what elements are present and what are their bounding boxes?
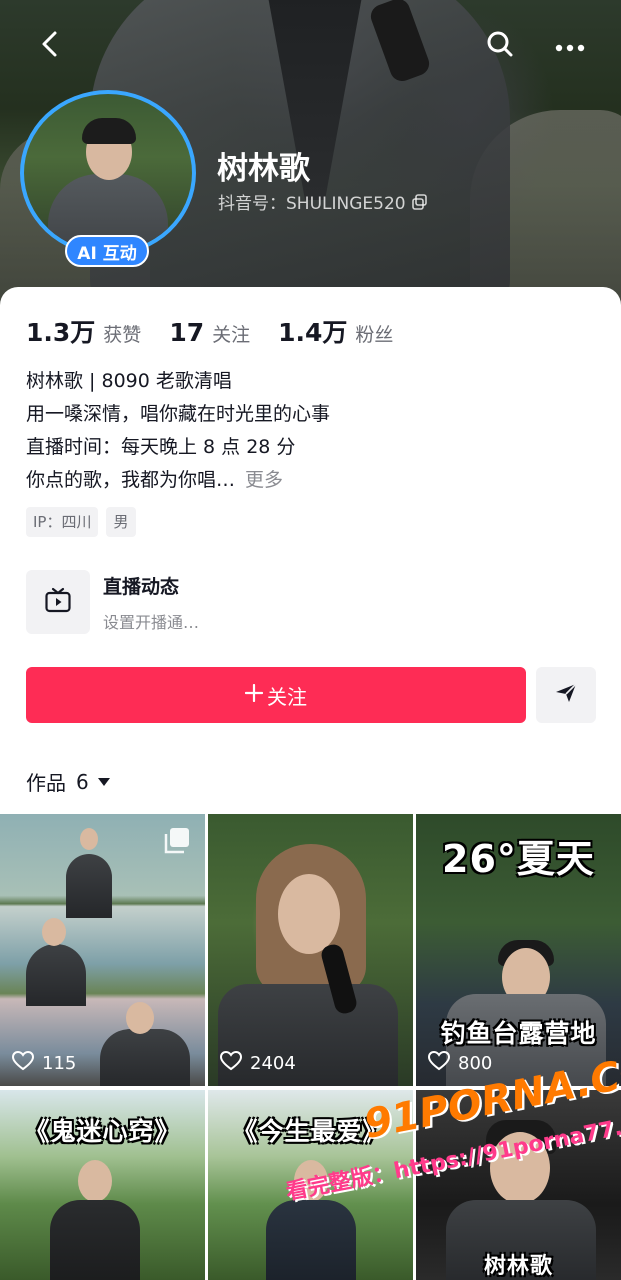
thumb-face — [42, 918, 66, 946]
thumb-subtitle: 钓鱼台露营地 — [440, 1019, 597, 1048]
live-text: 直播动态 设置开播通… — [103, 572, 199, 633]
thumb-title: 树林歌 — [483, 1254, 553, 1279]
thumb-face — [294, 1160, 328, 1202]
works-count: 6 — [76, 769, 89, 794]
bio-more-link[interactable]: 更多 — [245, 469, 283, 491]
like-count-text: 2404 — [250, 1053, 296, 1074]
thumb-face — [80, 828, 98, 850]
like-count: 800 — [427, 1050, 493, 1076]
tv-icon — [44, 586, 72, 618]
follow-button[interactable]: 关注 — [26, 667, 526, 723]
live-title: 直播动态 — [103, 575, 180, 598]
works-label: 作品 — [26, 771, 66, 795]
ellipsis-icon — [555, 37, 585, 56]
thumb-title: 26°夏天 — [442, 837, 595, 881]
thumb-figure — [100, 1029, 190, 1086]
bio-line: 直播时间：每天晚上 8 点 28 分 — [26, 436, 296, 458]
live-subtitle: 设置开播通… — [103, 612, 200, 632]
profile-tags: IP：四川 男 — [26, 507, 136, 537]
ai-interact-badge[interactable]: AI 互动 — [65, 235, 149, 267]
stat-number: 1.3万 — [26, 318, 96, 347]
stat-number: 1.4万 — [278, 318, 348, 347]
live-updates-row[interactable]: 直播动态 设置开播通… — [26, 570, 596, 634]
like-count: 2404 — [219, 1050, 296, 1076]
profile-stats: 1.3万 获赞 17 关注 1.4万 粉丝 — [26, 313, 421, 349]
chevron-left-icon — [38, 30, 62, 62]
share-button[interactable] — [536, 667, 596, 723]
video-thumbnail[interactable]: 2404 — [208, 814, 413, 1086]
stat-label: 关注 — [212, 324, 251, 346]
gender-tag: 男 — [106, 507, 136, 537]
thumb-title: 《鬼迷心窍》 — [24, 1117, 181, 1146]
thumb-face — [490, 1132, 550, 1204]
video-thumbnail[interactable]: 26°夏天 钓鱼台露营地 800 — [416, 814, 621, 1086]
bio-line: 树林歌 | 8090 老歌清唱 — [26, 370, 232, 392]
search-button[interactable] — [480, 26, 520, 66]
bio-line: 用一嗓深情，唱你藏在时光里的心事 — [26, 403, 331, 425]
video-thumbnail[interactable]: 《今生最爱》 — [208, 1090, 413, 1280]
more-options-button[interactable] — [550, 26, 590, 66]
bio-line: 你点的歌，我都为你唱… — [26, 469, 236, 491]
profile-bio: 树林歌 | 8090 老歌清唱 用一嗓深情，唱你藏在时光里的心事 直播时间：每天… — [26, 365, 330, 497]
profile-nickname: 树林歌 — [217, 151, 310, 187]
heart-icon — [219, 1050, 243, 1076]
caret-down-icon — [97, 777, 111, 787]
plus-icon — [244, 683, 264, 707]
thumb-face — [78, 1160, 112, 1202]
gallery-icon — [161, 826, 191, 860]
back-button[interactable] — [30, 26, 70, 66]
video-thumbnail[interactable]: 115 — [0, 814, 205, 1086]
live-icon-box — [26, 570, 90, 634]
stat-following[interactable]: 17 关注 — [169, 318, 250, 347]
works-tab[interactable]: 作品 6 — [26, 767, 111, 796]
stat-number: 17 — [169, 318, 205, 347]
like-count-text: 800 — [458, 1053, 493, 1074]
douyin-id[interactable]: 抖音号：SHULINGE520 — [218, 189, 428, 214]
thumb-figure — [266, 1200, 356, 1280]
like-count: 115 — [11, 1050, 77, 1076]
copy-icon[interactable] — [411, 193, 428, 210]
thumb-figure — [50, 1200, 140, 1280]
follow-button-label: 关注 — [267, 684, 307, 709]
stat-followers[interactable]: 1.4万 粉丝 — [278, 313, 393, 349]
heart-icon — [11, 1050, 35, 1076]
ip-location-tag: IP：四川 — [26, 507, 99, 537]
works-grid: 115 2404 26°夏天 钓鱼台露营地 800 《鬼迷心窍》 《今生最爱》 … — [0, 814, 621, 1280]
douyin-id-text: 抖音号：SHULINGE520 — [218, 194, 406, 214]
like-count-text: 115 — [42, 1053, 77, 1074]
avatar[interactable] — [20, 90, 196, 256]
video-thumbnail[interactable]: 树林歌 — [416, 1090, 621, 1280]
thumb-figure — [66, 854, 112, 918]
stat-likes[interactable]: 1.3万 获赞 — [26, 313, 141, 349]
heart-icon — [427, 1050, 451, 1076]
send-icon — [554, 681, 578, 709]
stat-label: 粉丝 — [355, 324, 394, 346]
stat-label: 获赞 — [103, 324, 142, 346]
video-thumbnail[interactable]: 《鬼迷心窍》 — [0, 1090, 205, 1280]
thumb-figure — [26, 944, 86, 1006]
bio-line-last: 你点的歌，我都为你唱… 更多 — [26, 464, 330, 497]
thumb-face — [278, 874, 340, 954]
thumb-face — [126, 1002, 154, 1034]
avatar-hair — [82, 118, 136, 144]
thumb-title: 《今生最爱》 — [232, 1117, 389, 1146]
search-icon — [486, 30, 514, 62]
